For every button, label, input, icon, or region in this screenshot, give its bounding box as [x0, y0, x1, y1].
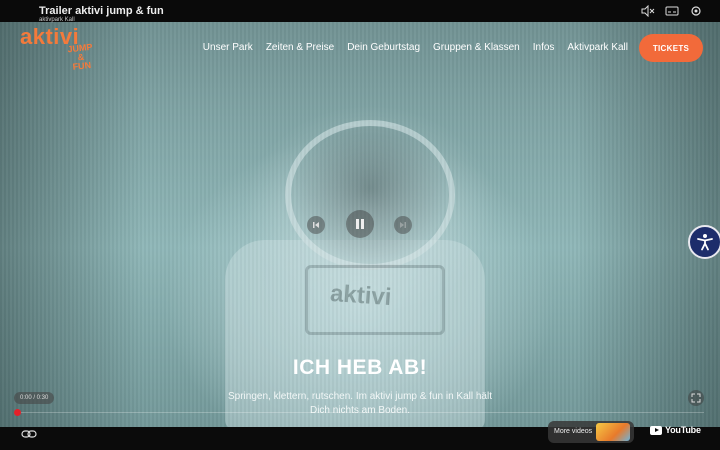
tickets-button[interactable]: TICKETS — [639, 34, 703, 62]
nav-item-geburtstag[interactable]: Dein Geburtstag — [347, 42, 420, 53]
accessibility-button[interactable] — [688, 225, 720, 259]
astronaut-chest-panel — [305, 265, 445, 335]
nav-item-infos[interactable]: Infos — [533, 42, 555, 53]
mute-icon[interactable] — [641, 4, 655, 18]
pause-icon — [356, 219, 364, 229]
fullscreen-icon — [691, 393, 701, 403]
previous-button[interactable] — [307, 216, 325, 234]
video-channel[interactable]: aktivpark Kall — [39, 17, 75, 23]
hero-title: ICH HEB AB! — [292, 356, 428, 379]
next-button[interactable] — [394, 216, 412, 234]
link-icon[interactable] — [20, 427, 38, 439]
jump-and-fun-logo[interactable]: JUMP & FUN — [62, 42, 101, 74]
nav-item-unser-park[interactable]: Unser Park — [203, 42, 253, 53]
nav-item-aktivpark-kall[interactable]: Aktivpark Kall — [567, 42, 628, 53]
more-videos-button[interactable]: More videos — [548, 421, 634, 443]
nav-item-gruppen-klassen[interactable]: Gruppen & Klassen — [433, 42, 520, 53]
youtube-logo[interactable]: YouTube — [650, 425, 701, 435]
more-videos-thumbnail[interactable] — [596, 423, 630, 441]
main-navigation: Unser Park Zeiten & Preise Dein Geburtst… — [203, 42, 628, 53]
youtube-top-bar: Trailer aktivi jump & fun aktivpark Kall — [0, 0, 720, 23]
youtube-play-icon — [650, 425, 662, 435]
progress-scrubber[interactable] — [14, 409, 21, 416]
video-time: 0:00 / 0:30 — [14, 392, 55, 404]
backdrop-logo: aktivi — [329, 279, 393, 312]
video-title[interactable]: Trailer aktivi jump & fun — [39, 5, 164, 17]
settings-icon[interactable] — [689, 5, 703, 17]
pause-button[interactable] — [346, 210, 374, 238]
youtube-wordmark: YouTube — [665, 425, 701, 435]
next-icon — [400, 222, 406, 228]
progress-bar[interactable] — [18, 412, 704, 413]
previous-icon — [313, 222, 319, 228]
fullscreen-button[interactable] — [688, 390, 704, 406]
accessibility-person-icon — [697, 234, 713, 251]
subtitles-icon[interactable] — [665, 5, 679, 17]
nav-item-zeiten-preise[interactable]: Zeiten & Preise — [266, 42, 334, 53]
astronaut-helmet — [285, 120, 455, 270]
more-videos-label: More videos — [554, 428, 593, 435]
hero-subtitle: Springen, klettern, rutschen. Im aktivi … — [227, 391, 492, 416]
